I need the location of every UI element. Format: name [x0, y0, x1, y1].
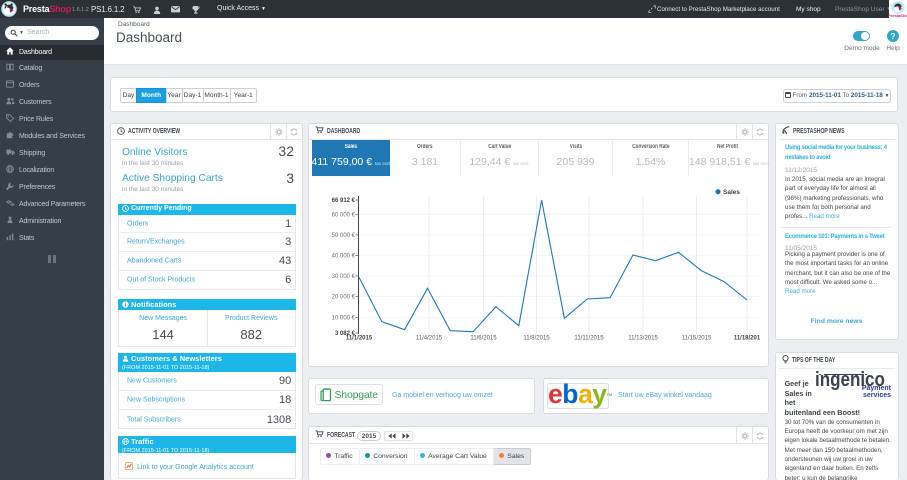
svg-text:10 000 €: 10 000 €: [332, 315, 356, 321]
svg-text:11/13/2015: 11/13/2015: [628, 336, 658, 342]
svg-text:11/11/2015: 11/11/2015: [574, 336, 604, 342]
svg-text:66 912 €: 66 912 €: [332, 198, 356, 204]
svg-text:Sales: Sales: [723, 189, 740, 196]
svg-text:11/15/2015: 11/15/2015: [682, 336, 712, 342]
svg-text:50 000 €: 50 000 €: [332, 233, 356, 239]
svg-text:11/8/2015: 11/8/2015: [523, 336, 550, 342]
svg-text:11/4/2015: 11/4/2015: [416, 336, 443, 342]
svg-text:30 000 €: 30 000 €: [332, 274, 356, 280]
svg-text:40 000 €: 40 000 €: [332, 253, 356, 259]
svg-text:11/18/201: 11/18/201: [734, 336, 761, 342]
svg-text:11/1/2015: 11/1/2015: [346, 336, 373, 342]
svg-text:11/6/2015: 11/6/2015: [470, 336, 497, 342]
svg-text:20 000 €: 20 000 €: [332, 295, 356, 301]
svg-text:60 000 €: 60 000 €: [332, 212, 356, 218]
